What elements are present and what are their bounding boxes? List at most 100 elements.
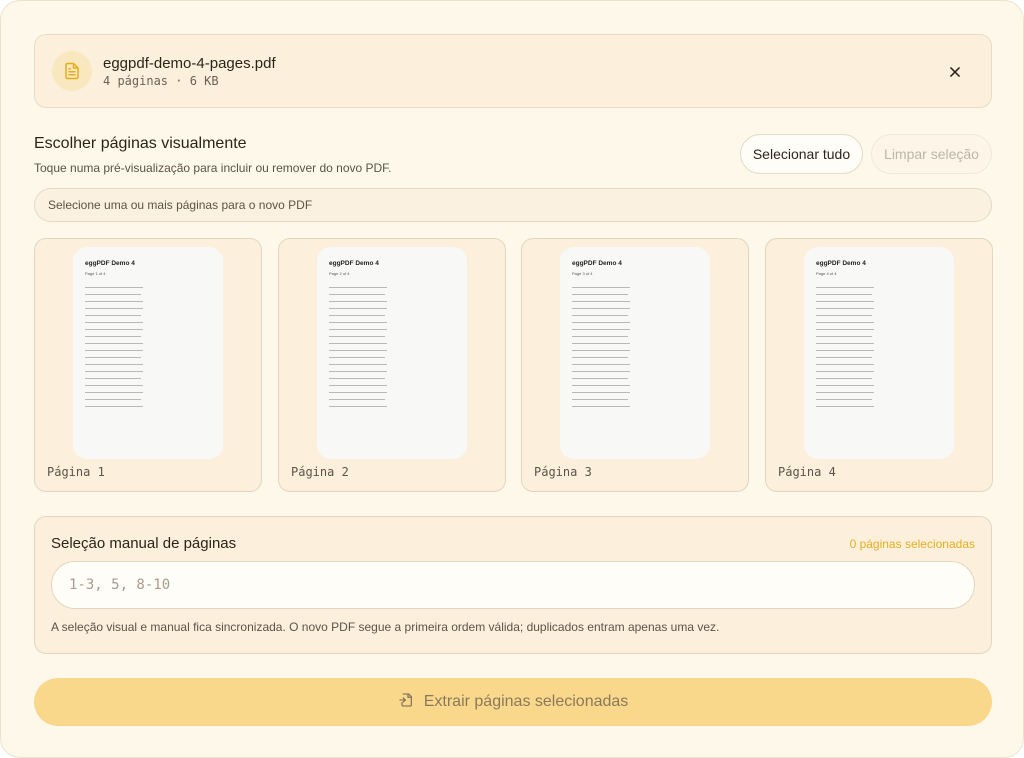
thumbnail-line bbox=[572, 399, 628, 400]
thumbnail-line bbox=[85, 371, 143, 372]
thumbnail-line bbox=[572, 336, 628, 337]
close-icon bbox=[950, 67, 960, 77]
thumbnail-line bbox=[329, 399, 385, 400]
thumbnail-line bbox=[572, 287, 630, 288]
page-label: Página 1 bbox=[47, 465, 105, 479]
thumbnail-line bbox=[329, 406, 387, 407]
extract-pages-panel: eggpdf-demo-4-pages.pdf 4 páginas · 6 KB… bbox=[0, 0, 1024, 758]
thumbnail-line bbox=[85, 378, 141, 379]
file-bar: eggpdf-demo-4-pages.pdf 4 páginas · 6 KB bbox=[34, 34, 992, 108]
thumbnail-line bbox=[572, 294, 628, 295]
close-file-button[interactable] bbox=[943, 60, 967, 84]
manual-selection-note: A seleção visual e manual fica sincroniz… bbox=[51, 620, 720, 634]
thumbnail-line bbox=[85, 364, 143, 365]
thumbnail-line bbox=[329, 350, 387, 351]
thumbnail-line bbox=[572, 371, 630, 372]
thumbnail-line bbox=[572, 322, 630, 323]
thumbnail-line bbox=[85, 322, 143, 323]
thumbnail-line bbox=[572, 385, 630, 386]
visual-section-subtitle: Toque numa pré-visualização para incluir… bbox=[34, 161, 392, 175]
page-grid: eggPDF Demo 4 Page 1 of 4 Página 1 eggPD… bbox=[34, 238, 993, 492]
extract-button-label: Extrair páginas selecionadas bbox=[423, 693, 629, 710]
thumbnail-line bbox=[329, 287, 387, 288]
thumbnail-line bbox=[816, 371, 874, 372]
thumbnail-line bbox=[85, 329, 143, 330]
thumbnail-line bbox=[329, 315, 385, 316]
page-thumbnail: eggPDF Demo 4 Page 4 of 4 bbox=[804, 247, 954, 459]
thumbnail-line bbox=[572, 350, 630, 351]
thumbnail-line bbox=[329, 378, 385, 379]
thumbnail-line bbox=[329, 343, 387, 344]
thumbnail-text-lines bbox=[816, 287, 876, 413]
thumbnail-line bbox=[572, 406, 630, 407]
thumbnail-line bbox=[85, 308, 143, 309]
visual-section-title: Escolher páginas visualmente bbox=[34, 135, 247, 152]
thumbnail-line bbox=[329, 357, 385, 358]
manual-selection-title: Seleção manual de páginas bbox=[51, 535, 237, 552]
selected-count: 0 páginas selecionadas bbox=[849, 537, 975, 551]
select-all-button[interactable]: Selecionar tudo bbox=[740, 134, 863, 174]
clear-selection-button[interactable]: Limpar seleção bbox=[871, 134, 992, 174]
thumbnail-line bbox=[816, 315, 872, 316]
thumbnail-line bbox=[85, 301, 143, 302]
selection-status: Selecione uma ou mais páginas para o nov… bbox=[34, 188, 992, 222]
page-card-2[interactable]: eggPDF Demo 4 Page 2 of 4 Página 2 bbox=[278, 238, 506, 492]
thumbnail-line bbox=[85, 350, 143, 351]
thumbnail-line bbox=[85, 336, 141, 337]
page-card-3[interactable]: eggPDF Demo 4 Page 3 of 4 Página 3 bbox=[521, 238, 749, 492]
thumbnail-line bbox=[572, 343, 630, 344]
thumbnail-line bbox=[85, 315, 141, 316]
page-thumbnail: eggPDF Demo 4 Page 3 of 4 bbox=[560, 247, 710, 459]
thumbnail-line bbox=[572, 378, 628, 379]
page-label: Página 2 bbox=[291, 465, 349, 479]
thumbnail-line bbox=[85, 406, 143, 407]
thumbnail-line bbox=[816, 322, 874, 323]
thumbnail-line bbox=[816, 287, 874, 288]
page-label: Página 3 bbox=[534, 465, 592, 479]
thumbnail-line bbox=[572, 364, 630, 365]
thumbnail-line bbox=[816, 294, 872, 295]
thumbnail-title: eggPDF Demo 4 bbox=[572, 260, 622, 267]
thumbnail-line bbox=[572, 357, 628, 358]
thumbnail-line bbox=[85, 357, 141, 358]
page-thumbnail: eggPDF Demo 4 Page 1 of 4 bbox=[73, 247, 223, 459]
thumbnail-line bbox=[85, 287, 143, 288]
thumbnail-line bbox=[329, 364, 387, 365]
thumbnail-line bbox=[85, 385, 143, 386]
page-thumbnail: eggPDF Demo 4 Page 2 of 4 bbox=[317, 247, 467, 459]
thumbnail-line bbox=[572, 329, 630, 330]
thumbnail-title: eggPDF Demo 4 bbox=[85, 260, 135, 267]
thumbnail-line bbox=[329, 329, 387, 330]
thumbnail-line bbox=[85, 343, 143, 344]
thumbnail-subtitle: Page 3 of 4 bbox=[572, 271, 593, 276]
page-range-input[interactable] bbox=[51, 561, 975, 609]
thumbnail-title: eggPDF Demo 4 bbox=[816, 260, 866, 267]
thumbnail-text-lines bbox=[329, 287, 389, 413]
thumbnail-line bbox=[329, 308, 387, 309]
thumbnail-subtitle: Page 1 of 4 bbox=[85, 271, 106, 276]
page-label: Página 4 bbox=[778, 465, 836, 479]
thumbnail-subtitle: Page 4 of 4 bbox=[816, 271, 837, 276]
thumbnail-subtitle: Page 2 of 4 bbox=[329, 271, 350, 276]
thumbnail-line bbox=[816, 385, 874, 386]
thumbnail-line bbox=[816, 350, 874, 351]
thumbnail-title: eggPDF Demo 4 bbox=[329, 260, 379, 267]
file-text-icon bbox=[52, 51, 92, 91]
thumbnail-line bbox=[572, 301, 630, 302]
thumbnail-line bbox=[329, 385, 387, 386]
extract-icon bbox=[398, 692, 414, 713]
manual-selection-panel: Seleção manual de páginas 0 páginas sele… bbox=[34, 516, 992, 654]
thumbnail-line bbox=[85, 399, 141, 400]
extract-pages-button[interactable]: Extrair páginas selecionadas bbox=[34, 678, 992, 726]
thumbnail-line bbox=[329, 392, 387, 393]
thumbnail-line bbox=[329, 294, 385, 295]
thumbnail-line bbox=[329, 336, 385, 337]
thumbnail-line bbox=[816, 329, 874, 330]
page-card-1[interactable]: eggPDF Demo 4 Page 1 of 4 Página 1 bbox=[34, 238, 262, 492]
thumbnail-text-lines bbox=[572, 287, 632, 413]
file-name: eggpdf-demo-4-pages.pdf bbox=[103, 55, 276, 72]
thumbnail-line bbox=[816, 308, 874, 309]
thumbnail-line bbox=[329, 301, 387, 302]
page-card-4[interactable]: eggPDF Demo 4 Page 4 of 4 Página 4 bbox=[765, 238, 993, 492]
thumbnail-line bbox=[572, 308, 630, 309]
